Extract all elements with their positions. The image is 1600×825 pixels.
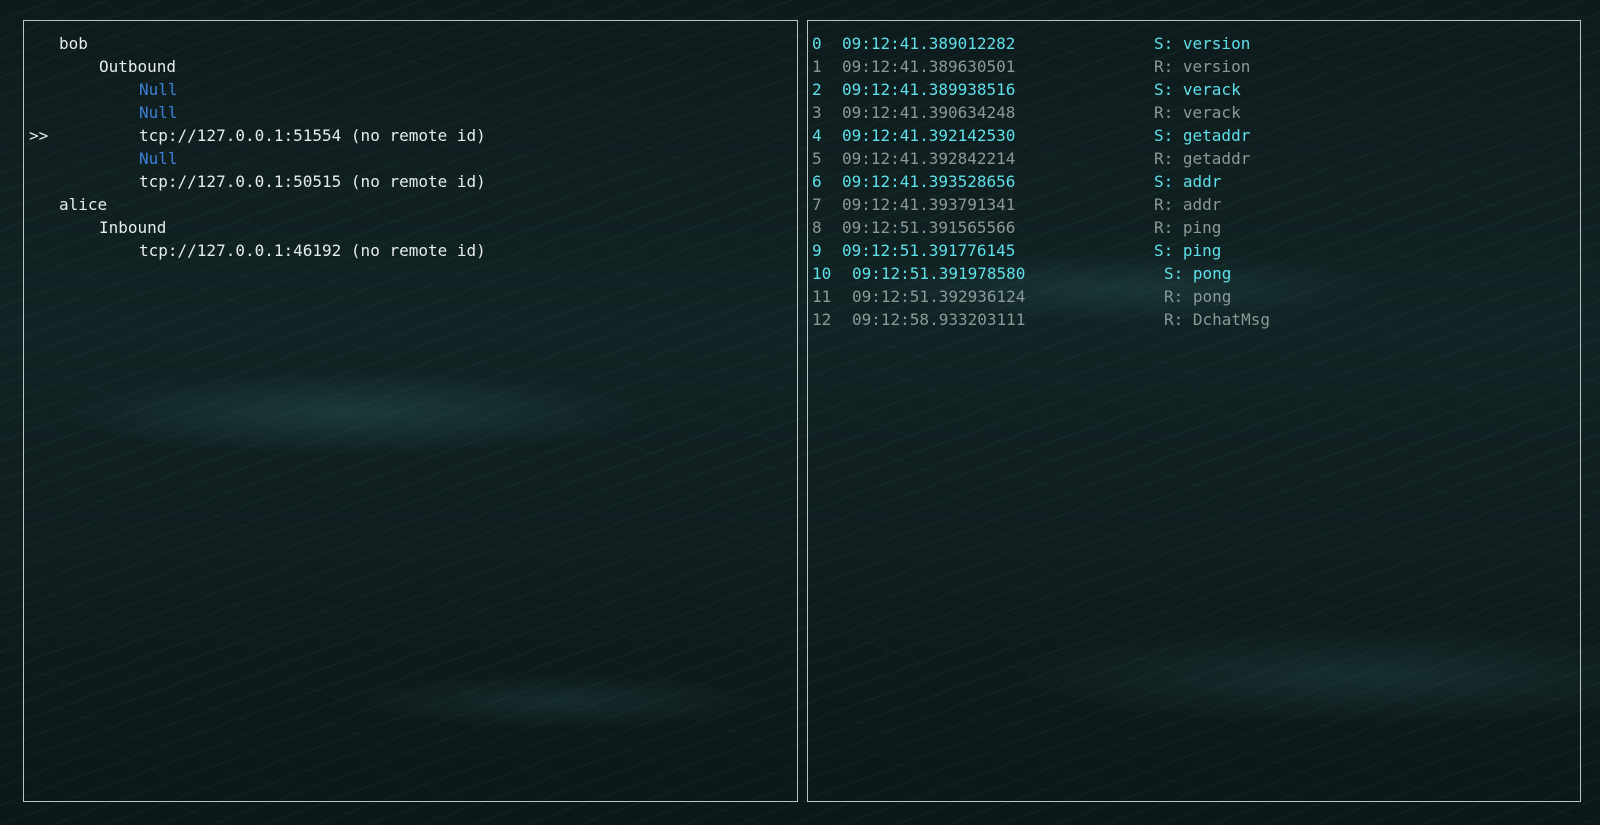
message-index: 12 bbox=[812, 310, 832, 329]
null-connection-item[interactable]: Null bbox=[24, 78, 797, 101]
message-command: R: ping bbox=[1154, 218, 1222, 237]
tree-item-label: Inbound bbox=[99, 218, 167, 237]
node-item[interactable]: alice bbox=[24, 193, 797, 216]
message-row[interactable]: 0 09:12:41.389012282 S: version bbox=[808, 32, 1580, 55]
message-index: 1 bbox=[812, 57, 822, 76]
connections-panel: bob Outbound Null Null >> tcp://127.0.0.1:515… bbox=[23, 20, 798, 802]
message-command: S: getaddr bbox=[1154, 126, 1251, 145]
message-index: 6 bbox=[812, 172, 822, 191]
tree-item-label: tcp://127.0.0.1:51554 (no remote id) bbox=[139, 126, 486, 145]
message-row[interactable]: 4 09:12:41.392142530 S: getaddr bbox=[808, 124, 1580, 147]
message-row[interactable]: 7 09:12:41.393791341 R: addr bbox=[808, 193, 1580, 216]
message-index: 9 bbox=[812, 241, 822, 260]
tree-item-label: tcp://127.0.0.1:50515 (no remote id) bbox=[139, 172, 486, 191]
message-timestamp: 09:12:41.390634248 bbox=[842, 103, 1016, 122]
message-timestamp: 09:12:41.393528656 bbox=[842, 172, 1016, 191]
message-index: 11 bbox=[812, 287, 832, 306]
message-row[interactable]: 9 09:12:51.391776145 S: ping bbox=[808, 239, 1580, 262]
message-command: S: pong bbox=[1164, 264, 1232, 283]
message-row[interactable]: 6 09:12:41.393528656 S: addr bbox=[808, 170, 1580, 193]
tree-item-label: Null bbox=[139, 80, 178, 99]
null-connection-item[interactable]: Null bbox=[24, 147, 797, 170]
message-index: 0 bbox=[812, 34, 822, 53]
null-connection-item[interactable]: Null bbox=[24, 101, 797, 124]
direction-group-item[interactable]: Outbound bbox=[24, 55, 797, 78]
message-command: S: addr bbox=[1154, 172, 1222, 191]
message-timestamp: 09:12:41.392142530 bbox=[842, 126, 1016, 145]
selection-marker: >> bbox=[29, 126, 49, 145]
message-command: S: verack bbox=[1154, 80, 1241, 99]
message-timestamp: 09:12:58.933203111 bbox=[852, 310, 1026, 329]
tree-item-label: Null bbox=[139, 149, 178, 168]
message-row[interactable]: 2 09:12:41.389938516 S: verack bbox=[808, 78, 1580, 101]
message-index: 10 bbox=[812, 264, 832, 283]
tree-item-label: bob bbox=[59, 34, 88, 53]
message-timestamp: 09:12:41.389630501 bbox=[842, 57, 1016, 76]
message-index: 5 bbox=[812, 149, 822, 168]
connection-item[interactable]: tcp://127.0.0.1:46192 (no remote id) bbox=[24, 239, 797, 262]
message-timestamp: 09:12:41.392842214 bbox=[842, 149, 1016, 168]
message-timestamp: 09:12:51.392936124 bbox=[852, 287, 1026, 306]
tree-item-label: Outbound bbox=[99, 57, 177, 76]
message-row[interactable]: 5 09:12:41.392842214 R: getaddr bbox=[808, 147, 1580, 170]
message-row[interactable]: 12 09:12:58.933203111 R: DchatMsg bbox=[808, 308, 1580, 331]
tree-item-label: tcp://127.0.0.1:46192 (no remote id) bbox=[139, 241, 486, 260]
tree-item-label: alice bbox=[59, 195, 108, 214]
connection-item[interactable]: >> tcp://127.0.0.1:51554 (no remote id) bbox=[24, 124, 797, 147]
connection-item[interactable]: tcp://127.0.0.1:50515 (no remote id) bbox=[24, 170, 797, 193]
message-timestamp: 09:12:51.391978580 bbox=[852, 264, 1026, 283]
message-log-panel: 0 09:12:41.389012282 S: version 1 09:12:41.3… bbox=[807, 20, 1581, 802]
message-row[interactable]: 1 09:12:41.389630501 R: version bbox=[808, 55, 1580, 78]
message-timestamp: 09:12:41.389938516 bbox=[842, 80, 1016, 99]
message-command: R: DchatMsg bbox=[1164, 310, 1270, 329]
message-index: 8 bbox=[812, 218, 822, 237]
message-index: 3 bbox=[812, 103, 822, 122]
message-timestamp: 09:12:51.391776145 bbox=[842, 241, 1016, 260]
message-command: R: pong bbox=[1164, 287, 1232, 306]
message-row[interactable]: 11 09:12:51.392936124 R: pong bbox=[808, 285, 1580, 308]
tree-item-label: Null bbox=[139, 103, 178, 122]
direction-group-item[interactable]: Inbound bbox=[24, 216, 797, 239]
message-command: R: addr bbox=[1154, 195, 1222, 214]
message-row[interactable]: 3 09:12:41.390634248 R: verack bbox=[808, 101, 1580, 124]
message-timestamp: 09:12:51.391565566 bbox=[842, 218, 1016, 237]
message-command: R: verack bbox=[1154, 103, 1241, 122]
message-index: 4 bbox=[812, 126, 822, 145]
message-index: 7 bbox=[812, 195, 822, 214]
message-timestamp: 09:12:41.389012282 bbox=[842, 34, 1016, 53]
message-timestamp: 09:12:41.393791341 bbox=[842, 195, 1016, 214]
node-item[interactable]: bob bbox=[24, 32, 797, 55]
message-command: S: ping bbox=[1154, 241, 1222, 260]
message-row[interactable]: 10 09:12:51.391978580 S: pong bbox=[808, 262, 1580, 285]
message-command: R: getaddr bbox=[1154, 149, 1251, 168]
message-command: R: version bbox=[1154, 57, 1251, 76]
message-command: S: version bbox=[1154, 34, 1251, 53]
message-row[interactable]: 8 09:12:51.391565566 R: ping bbox=[808, 216, 1580, 239]
message-index: 2 bbox=[812, 80, 822, 99]
